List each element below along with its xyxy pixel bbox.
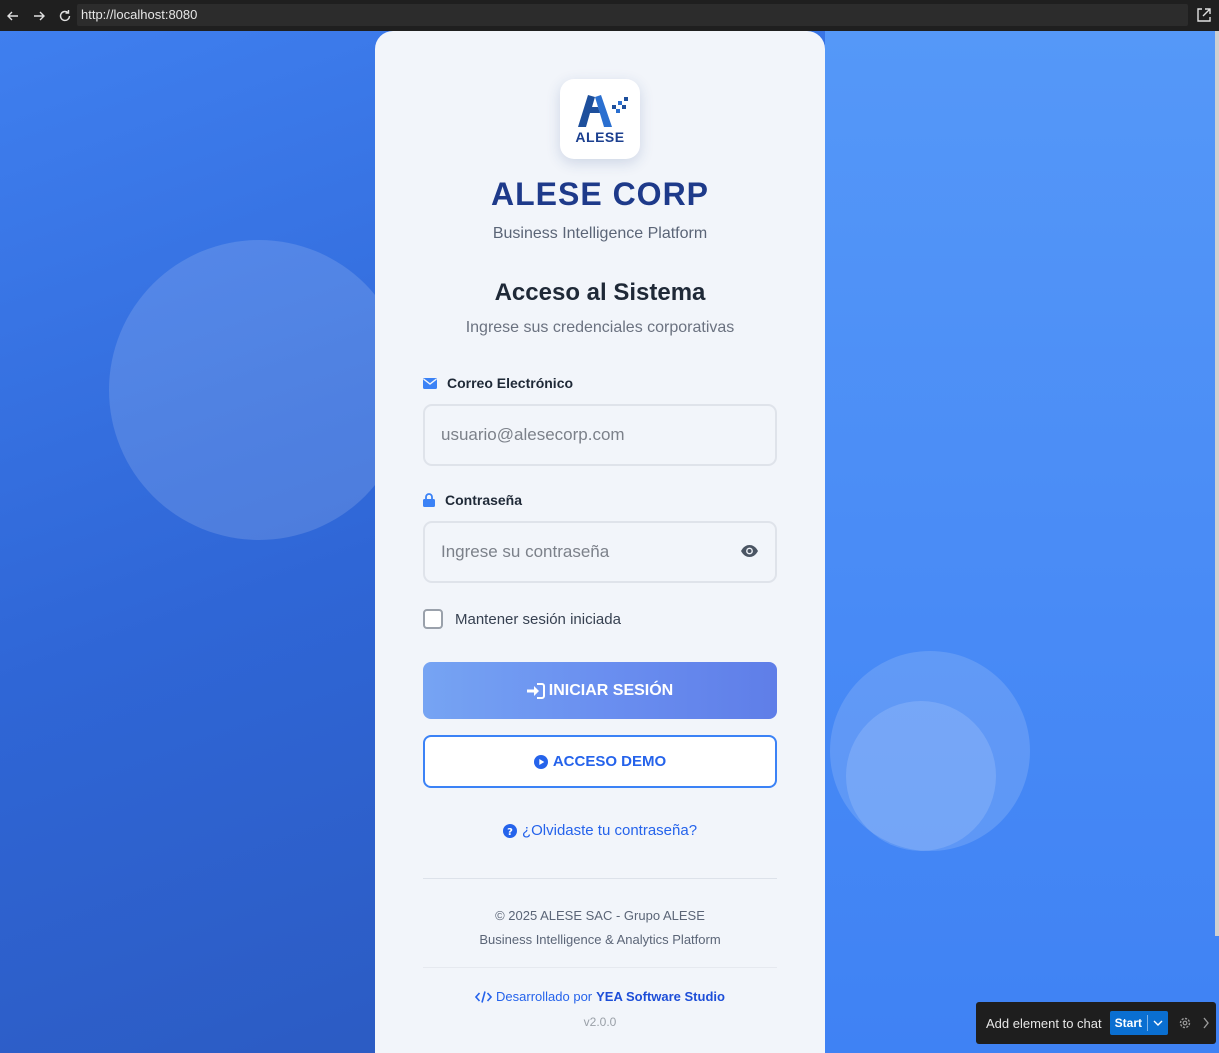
email-placeholder: usuario@alesecorp.com — [441, 425, 625, 444]
login-card: ALESE ALESE CORP Business Intelligence P… — [375, 31, 825, 1053]
gear-icon[interactable] — [1178, 1016, 1192, 1030]
open-external-icon[interactable] — [1195, 6, 1213, 24]
chevron-right-icon[interactable] — [1202, 1017, 1210, 1029]
footer-divider-2 — [423, 967, 777, 968]
password-label: Contraseña — [423, 492, 522, 508]
forgot-password-link[interactable]: ? ¿Olvidaste tu contraseña? — [375, 822, 825, 839]
question-circle-icon: ? — [502, 823, 517, 838]
add-element-to-chat-label: Add element to chat — [986, 1015, 1102, 1031]
address-bar[interactable]: http://localhost:8080 — [77, 4, 1188, 26]
lock-icon — [423, 493, 435, 507]
alese-logo-mark-icon — [578, 95, 628, 127]
sign-in-icon — [526, 682, 545, 699]
decorative-circle — [846, 701, 996, 851]
envelope-icon — [423, 377, 437, 389]
scrollbar[interactable] — [1215, 31, 1219, 936]
brand-name: ALESE CORP — [490, 176, 710, 212]
login-subheading: Ingrese sus credenciales corporativas — [465, 319, 735, 336]
decorative-circle — [109, 240, 409, 540]
version-text: v2.0.0 — [583, 1015, 617, 1029]
background-right-panel — [825, 31, 1219, 1053]
play-circle-icon — [533, 754, 548, 769]
email-field[interactable]: usuario@alesecorp.com — [423, 404, 777, 466]
copyright-text: © 2025 ALESE SAC - Grupo ALESE — [495, 908, 705, 923]
remember-checkbox[interactable] — [423, 609, 443, 629]
back-arrow-icon[interactable] — [2, 5, 24, 27]
code-icon — [475, 990, 493, 1003]
studio-name: YEA Software Studio — [596, 989, 725, 1004]
email-label-text: Correo Electrónico — [447, 375, 574, 391]
login-heading: Acceso al Sistema — [494, 279, 706, 306]
brand-tagline: Business Intelligence Platform — [492, 225, 708, 242]
password-label-text: Contraseña — [445, 492, 523, 508]
start-button[interactable]: Start — [1109, 1011, 1168, 1035]
svg-text:?: ? — [507, 827, 513, 838]
password-placeholder: Ingrese su contraseña — [441, 542, 610, 561]
chat-toolbar: Add element to chat Start — [976, 1002, 1216, 1044]
forward-arrow-icon[interactable] — [28, 5, 50, 27]
password-field[interactable]: Ingrese su contraseña — [423, 521, 777, 583]
login-button-label: INICIAR SESIÓN — [548, 681, 674, 699]
start-label: Start — [1114, 1016, 1142, 1030]
remember-label[interactable]: Mantener sesión iniciada — [455, 611, 621, 628]
footer-divider — [423, 878, 777, 879]
remember-row: Mantener sesión iniciada — [423, 609, 621, 629]
eye-icon[interactable] — [740, 543, 759, 563]
browser-toolbar: http://localhost:8080 — [0, 0, 1219, 31]
login-button[interactable]: INICIAR SESIÓN — [423, 662, 777, 719]
reload-icon[interactable] — [54, 5, 76, 27]
demo-button-label: ACCESO DEMO — [552, 753, 667, 770]
company-logo: ALESE — [560, 79, 640, 159]
developed-by-text: Desarrollado por — [496, 989, 593, 1004]
logo-text: ALESE — [575, 129, 625, 145]
chevron-down-icon[interactable] — [1148, 1016, 1168, 1030]
email-label: Correo Electrónico — [423, 375, 573, 391]
developer-credit[interactable]: Desarrollado por YEA Software Studio — [375, 989, 825, 1004]
demo-button[interactable]: ACCESO DEMO — [423, 735, 777, 788]
platform-text: Business Intelligence & Analytics Platfo… — [479, 932, 721, 947]
forgot-password-text: ¿Olvidaste tu contraseña? — [521, 822, 698, 839]
